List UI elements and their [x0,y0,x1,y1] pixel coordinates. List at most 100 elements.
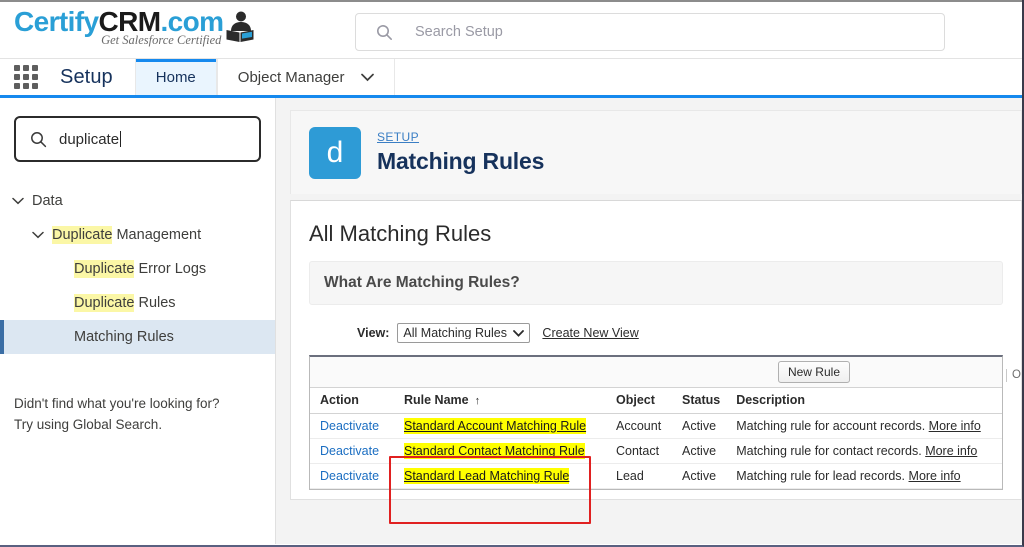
tab-home-label: Home [155,68,196,86]
what-are-matching-rules-panel: What Are Matching Rules? [309,261,1003,305]
chevron-down-icon[interactable] [30,231,46,239]
create-new-view-link[interactable]: Create New View [542,326,638,340]
cell-rule-name: Standard Account Matching Rule [394,413,606,439]
tab-object-manager[interactable]: Object Manager [216,59,395,95]
logo-tagline: Get Salesforce Certified [101,33,222,47]
sidebar-item-duplicate-management-rest: Management [112,227,202,243]
more-info-link[interactable]: More info [909,469,961,483]
sidebar-item-duplicate-rules-rest: Rules [134,295,176,311]
card-title: All Matching Rules [309,221,492,246]
sidebar-item-matching-rules-label: Matching Rules [74,329,174,345]
cell-object: Lead [606,463,672,489]
sidebar-item-duplicate-management[interactable]: Duplicate Management [0,218,275,252]
matching-rules-table-wrapper: New Rule Action Rule Name ↑ Object Status… [309,355,1003,490]
view-filter-row: View: All Matching Rules Create New View [357,323,1003,343]
column-header-action[interactable]: Action [310,387,394,414]
new-rule-button[interactable]: New Rule [777,361,850,383]
view-label: View: [357,326,390,340]
column-header-status[interactable]: Status [672,387,727,414]
quick-find-box[interactable]: duplicate [14,116,261,162]
cell-rule-name: Standard Contact Matching Rule [394,438,606,464]
more-info-link[interactable]: More info [925,444,977,458]
cell-description: Matching rule for account records. More … [726,413,1002,439]
page-header-text: SETUP Matching Rules [377,130,544,175]
tab-home[interactable]: Home [134,59,217,95]
brand-bar: CertifyCRM.com Get Salesforce Certified [0,0,1022,58]
sidebar-item-data-label: Data [32,193,63,209]
column-header-rule-name[interactable]: Rule Name ↑ [394,387,606,414]
matching-rules-table: Action Rule Name ↑ Object Status Descript… [310,387,1002,489]
setup-nav-bar: Setup Home Object Manager [0,58,1022,98]
sidebar-item-duplicate-error-logs-rest: Error Logs [134,261,207,277]
more-info-link[interactable]: More info [929,419,981,433]
cell-status: Active [672,463,727,489]
sidebar-item-duplicate-rules-label: Duplicate Rules [74,294,176,312]
column-header-description[interactable]: Description [726,387,1002,414]
view-select-wrapper[interactable]: All Matching Rules [397,323,531,343]
sidebar-item-duplicate-error-logs[interactable]: Duplicate Error Logs [0,252,275,286]
sidebar-item-duplicate-error-logs-label: Duplicate Error Logs [74,260,207,278]
deactivate-link[interactable]: Deactivate [320,469,379,483]
page-title: Matching Rules [377,148,545,174]
duplicate-management-icon: d [309,126,361,179]
search-highlight: Duplicate [74,294,135,312]
sidebar-item-duplicate-management-label: Duplicate Management [52,226,202,244]
app-launcher-button[interactable] [0,59,52,95]
reader-mascot-icon [225,10,255,44]
cell-object: Account [606,413,672,439]
cell-status: Active [672,438,727,464]
description-text: Matching rule for lead records. [736,469,906,483]
app-launcher-grid-icon [14,65,38,89]
setup-tree: Data Duplicate Management Duplicate Erro… [0,184,275,354]
table-head: Action Rule Name ↑ Object Status Descript… [310,387,1002,414]
page-body: duplicate Data Duplicate Management Dupl… [0,98,1022,544]
cell-action: Deactivate [310,413,394,439]
page-header: d SETUP Matching Rules [290,110,1022,194]
rule-name-link[interactable]: Standard Contact Matching Rule [404,443,585,459]
breadcrumb-setup[interactable]: SETUP [377,130,419,144]
text-cursor [120,130,122,147]
search-icon [30,131,47,148]
sidebar-help-line2: Try using Global Search. [14,416,163,432]
sort-ascending-icon: ↑ [474,395,481,407]
cell-description: Matching rule for contact records. More … [726,438,1002,464]
column-header-object[interactable]: Object [606,387,672,414]
logo-certify-text: Certify [14,6,99,37]
view-select[interactable]: All Matching Rules [397,323,531,343]
deactivate-link[interactable]: Deactivate [320,444,379,458]
matching-rules-card: All Matching Rules What Are Matching Rul… [290,200,1022,500]
table-toolbar: New Rule [310,357,1002,387]
rule-name-link[interactable]: Standard Lead Matching Rule [404,468,570,484]
cell-rule-name: Standard Lead Matching Rule [394,463,606,489]
chevron-down-icon [360,73,374,82]
description-text: Matching rule for contact records. [736,444,922,458]
table-row: Deactivate Standard Account Matching Rul… [310,413,1002,439]
chevron-down-icon[interactable] [10,197,26,205]
sidebar-help-text: Didn't find what you're looking for? Try… [14,394,275,436]
quick-find-value-wrap: duplicate [59,130,122,148]
cell-status: Active [672,413,727,439]
cell-action: Deactivate [310,463,394,489]
description-text: Matching rule for account records. [736,419,926,433]
tab-object-manager-label: Object Manager [237,68,345,86]
search-highlight: Duplicate [52,226,113,244]
sidebar-item-matching-rules[interactable]: Matching Rules [0,320,275,354]
deactivate-link[interactable]: Deactivate [320,419,379,433]
setup-app-name: Setup [60,65,113,88]
column-header-rule-name-label: Rule Name [404,393,469,407]
rule-name-link[interactable]: Standard Account Matching Rule [404,418,587,434]
global-search-box[interactable]: Search Setup [355,13,945,51]
main-content: d SETUP Matching Rules All Matching Rule… [276,98,1022,544]
sidebar-item-duplicate-rules[interactable]: Duplicate Rules [0,286,275,320]
alpha-o[interactable]: O [1007,369,1022,382]
table-row: Deactivate Standard Lead Matching Rule L… [310,463,1002,489]
table-row: Deactivate Standard Contact Matching Rul… [310,438,1002,464]
site-logo: CertifyCRM.com Get Salesforce Certified [14,6,255,47]
sidebar-item-data[interactable]: Data [0,184,275,218]
setup-sidebar: duplicate Data Duplicate Management Dupl… [0,98,276,544]
cell-object: Contact [606,438,672,464]
table-body: Deactivate Standard Account Matching Rul… [310,413,1002,489]
app-window: CertifyCRM.com Get Salesforce Certified [0,0,1024,547]
search-highlight: Duplicate [74,260,135,278]
sidebar-help-line1: Didn't find what you're looking for? [14,396,220,411]
